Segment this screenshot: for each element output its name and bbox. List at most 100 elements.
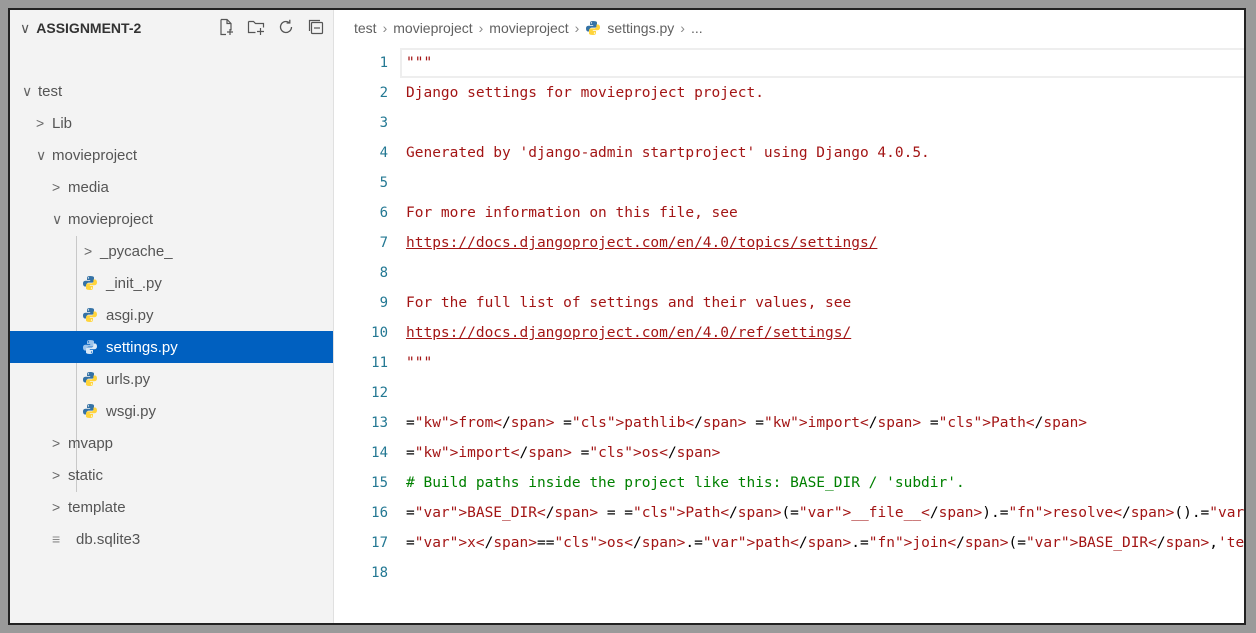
tree-folder-mvapp[interactable]: > mvapp <box>10 427 333 459</box>
code-text: ="var">x</span>=="cls">os</span>.="var">… <box>406 535 1245 551</box>
new-folder-icon[interactable] <box>247 18 265 36</box>
code-line[interactable]: 15 # Build paths inside the project like… <box>334 468 1244 498</box>
tree-item-label: test <box>38 82 63 100</box>
tree-file-wsgi-py[interactable]: wsgi.py <box>10 395 333 427</box>
chevron-right-icon: › <box>680 20 685 36</box>
tree-item-label: media <box>68 178 109 196</box>
tree-folder-pycache[interactable]: > _pycache_ <box>10 235 333 267</box>
code-line[interactable]: 10 https://docs.djangoproject.com/en/4.0… <box>334 318 1244 348</box>
breadcrumb-item[interactable]: movieproject <box>393 20 472 36</box>
lines-file-icon: ≡ <box>52 531 61 547</box>
line-number: 4 <box>379 145 388 161</box>
code-line[interactable]: 16 ="var">BASE_DIR</span> = ="cls">Path<… <box>334 498 1244 528</box>
code-line[interactable]: 18 <box>334 558 1244 588</box>
code-line[interactable]: 8 <box>334 258 1244 288</box>
chevron-right-icon: > <box>52 499 61 515</box>
code-line[interactable]: 4 Generated by 'django-admin startprojec… <box>334 138 1244 168</box>
tree-item-label: _init_.py <box>106 274 162 292</box>
line-number: 9 <box>379 295 388 311</box>
tree-folder-lib[interactable]: > Lib <box>10 107 333 139</box>
chevron-right-icon: › <box>574 20 580 36</box>
tree-item-label: urls.py <box>106 370 151 388</box>
breadcrumb-item[interactable]: movieproject <box>489 20 568 36</box>
tree-file-db-sqlite3[interactable]: ≡ db.sqlite3 <box>10 523 333 555</box>
tree-item-label: movieproject <box>52 146 138 164</box>
breadcrumb-more[interactable]: ... <box>691 20 703 36</box>
python-file-icon <box>83 340 97 354</box>
tree-folder-template[interactable]: > template <box>10 491 333 523</box>
refresh-icon[interactable] <box>277 18 295 36</box>
chevron-right-icon: > <box>52 467 61 483</box>
line-number: 8 <box>379 265 388 281</box>
tree-item-label: settings.py <box>106 338 178 356</box>
code-line[interactable]: 17 ="var">x</span>=="cls">os</span>.="va… <box>334 528 1244 558</box>
chevron-right-icon: > <box>52 179 61 195</box>
code-url[interactable]: https://docs.djangoproject.com/en/4.0/re… <box>406 318 1244 348</box>
tree-item-label: movieproject <box>68 210 154 228</box>
breadcrumb-item[interactable]: test <box>354 20 377 36</box>
line-number: 12 <box>371 385 388 401</box>
tree-item-label: _pycache_ <box>100 242 173 260</box>
new-file-icon[interactable] <box>217 18 235 36</box>
line-number: 13 <box>371 415 388 431</box>
code-text: """ <box>406 355 433 371</box>
tree-folder-static[interactable]: > static <box>10 459 333 491</box>
explorer-header[interactable]: ∨ ASSIGNMENT-2 <box>10 10 333 46</box>
code-line[interactable]: 13 ="kw">from</span> ="cls">pathlib</spa… <box>334 408 1244 438</box>
tree-item-label: static <box>68 466 104 484</box>
tree-item-label: db.sqlite3 <box>76 530 141 548</box>
tree-file-urls-py[interactable]: urls.py <box>10 363 333 395</box>
tree-file-settings-py[interactable]: settings.py <box>10 331 333 363</box>
breadcrumb-file[interactable]: settings.py <box>607 20 674 36</box>
chevron-down-icon: ∨ <box>36 146 47 163</box>
code-comment: # Build paths inside the project like th… <box>406 475 965 491</box>
tree-item-label: template <box>68 498 126 516</box>
line-number: 7 <box>379 235 388 251</box>
tree-item-label: Lib <box>52 114 73 132</box>
line-number: 1 <box>379 55 388 71</box>
code-line[interactable]: 12 <box>334 378 1244 408</box>
code-line[interactable]: 6 For more information on this file, see <box>334 198 1244 228</box>
line-number: 3 <box>379 115 388 131</box>
collapse-all-icon[interactable] <box>307 18 325 36</box>
line-number: 2 <box>379 85 388 101</box>
explorer-title: ASSIGNMENT-2 <box>36 19 142 36</box>
code-url[interactable]: https://docs.djangoproject.com/en/4.0/to… <box>406 228 1244 258</box>
code-line[interactable]: 7 https://docs.djangoproject.com/en/4.0/… <box>334 228 1244 258</box>
tree-folder-media[interactable]: > media <box>10 171 333 203</box>
code-line[interactable]: 3 <box>334 108 1244 138</box>
code-line[interactable]: 9 For the full list of settings and thei… <box>334 288 1244 318</box>
chevron-down-icon: ∨ <box>22 82 33 99</box>
code-line[interactable]: 11 """ <box>334 348 1244 378</box>
chevron-right-icon: › <box>382 20 388 36</box>
line-number: 14 <box>371 445 388 461</box>
chevron-right-icon: > <box>52 435 61 451</box>
tree-item-label: asgi.py <box>106 306 154 324</box>
breadcrumb: test › movieproject › movieproject › set… <box>354 20 703 36</box>
chevron-right-icon: › <box>478 20 484 36</box>
line-number: 18 <box>371 565 388 581</box>
tree-item-label: wsgi.py <box>106 402 157 420</box>
chevron-down-icon: ∨ <box>52 210 63 227</box>
tree-file-asgi-py[interactable]: asgi.py <box>10 299 333 331</box>
tree-folder-movieproject-inner[interactable]: ∨ movieproject <box>10 203 333 235</box>
tree-file-init-py[interactable]: _init_.py <box>10 267 333 299</box>
code-editor[interactable]: test › movieproject › movieproject › set… <box>334 10 1244 623</box>
python-file-icon <box>83 308 97 322</box>
tree-folder-movieproject[interactable]: ∨ movieproject <box>10 139 333 171</box>
line-number: 16 <box>371 505 388 521</box>
code-line[interactable]: 14 ="kw">import</span> ="cls">os</span> <box>334 438 1244 468</box>
line-number: 11 <box>371 355 388 371</box>
code-line[interactable]: 2 Django settings for movieproject proje… <box>334 78 1244 108</box>
code-text: For the full list of settings and their … <box>406 295 852 311</box>
code-text: ="var">BASE_DIR</span> = ="cls">Path</sp… <box>406 505 1245 521</box>
code-text: Django settings for movieproject project… <box>406 85 764 101</box>
tree-item-label: mvapp <box>68 434 114 452</box>
code-text: ="kw">from</span> ="cls">pathlib</span> … <box>406 415 1088 431</box>
code-line[interactable]: 1 """ <box>334 48 1244 78</box>
code-line[interactable]: 5 <box>334 168 1244 198</box>
line-number: 15 <box>371 475 388 491</box>
tree-folder-test[interactable]: ∨ test <box>10 75 333 107</box>
code-text: For more information on this file, see <box>406 205 738 221</box>
python-file-icon <box>83 276 97 290</box>
